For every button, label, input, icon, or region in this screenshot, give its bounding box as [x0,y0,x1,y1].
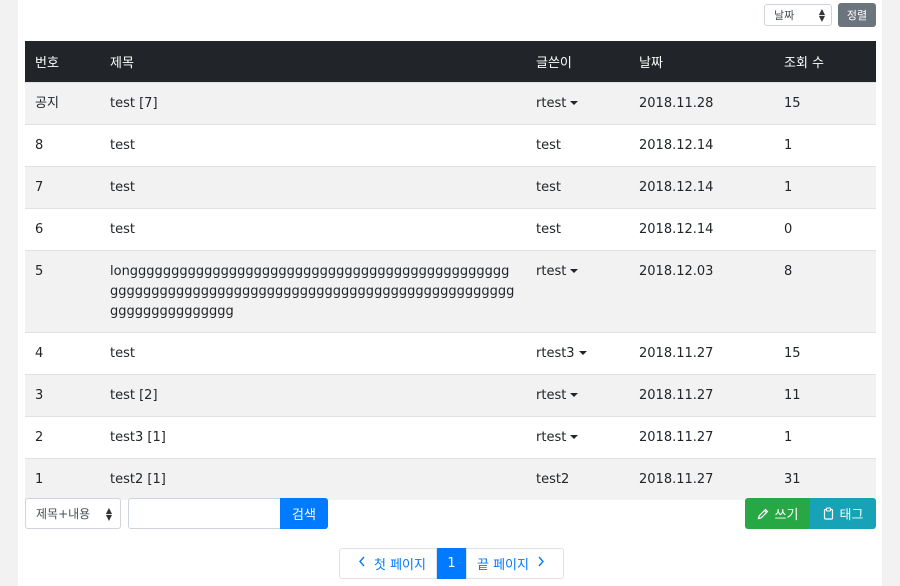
post-author: test [526,208,629,251]
post-title-link[interactable]: test [100,124,526,167]
post-date-cell: 2018.12.14 [629,124,774,167]
post-number-cell: 6 [25,208,100,251]
column-header-views: 조회 수 [774,41,876,83]
write-button-label: 쓰기 [774,508,799,523]
post-author[interactable]: rtest [526,416,629,459]
table-header-row: 번호 제목 글쓴이 날짜 조회 수 [25,41,876,83]
post-number-cell: 3 [25,374,100,417]
post-date-cell: 2018.12.03 [629,250,774,333]
first-page-label: 첫 페이지 [374,558,426,573]
last-page-label: 끝 페이지 [477,558,529,573]
pencil-icon [757,508,768,519]
board-page: 날짜 ▲ ▼ 정렬 번호 제목 글쓴이 날짜 조회 수 공지 test [7] rte… [18,0,882,586]
post-views-cell: 11 [774,374,876,417]
sort-button[interactable]: 정렬 [838,3,876,27]
post-number-cell: 8 [25,124,100,167]
chevron-left-icon [358,556,366,571]
post-date-cell: 2018.12.14 [629,208,774,251]
post-title-link[interactable]: test2 [1] [100,458,526,500]
column-header-title: 제목 [100,41,526,83]
post-views-cell: 31 [774,458,876,500]
table-row[interactable]: 공지 test [7] rtest 2018.11.28 15 [25,82,876,125]
post-title-link[interactable]: test [100,166,526,209]
post-author[interactable]: rtest [526,250,629,333]
dropdown-caret-icon [578,351,587,355]
post-views-cell: 8 [774,250,876,333]
post-views-cell: 1 [774,124,876,167]
post-views-cell: 15 [774,332,876,375]
table-row[interactable]: 7 test test 2018.12.14 1 [25,166,876,209]
clipboard-icon [823,507,833,520]
post-date-cell: 2018.11.28 [629,82,774,125]
search-input[interactable] [128,498,280,529]
dropdown-caret-icon [570,269,579,273]
first-page-button[interactable]: 첫 페이지 [339,548,437,579]
post-actions: 쓰기 태그 [745,498,876,529]
search-button[interactable]: 검색 [280,498,328,529]
post-title-link[interactable]: test [100,208,526,251]
up-down-caret-icon: ▲ ▼ [105,505,112,522]
search-field-value: 제목+내용 [36,507,91,521]
post-date-cell: 2018.11.27 [629,458,774,500]
post-title-link[interactable]: test [7] [100,82,526,125]
post-title-link[interactable]: test [2] [100,374,526,417]
dropdown-caret-icon [570,435,579,439]
search-field-select[interactable]: 제목+내용 ▲ ▼ [25,498,121,529]
post-title-link[interactable]: longgggggggggggggggggggggggggggggggggggg… [100,250,526,333]
table-row[interactable]: 5 longggggggggggggggggggggggggggggggggggg… [25,250,876,333]
column-header-author: 글쓴이 [526,41,629,83]
last-page-button[interactable]: 끝 페이지 [466,548,564,579]
table-row[interactable]: 6 test test 2018.12.14 0 [25,208,876,251]
chevron-right-icon [537,556,545,571]
post-title-link[interactable]: test3 [1] [100,416,526,459]
post-date-cell: 2018.11.27 [629,416,774,459]
sort-bar: 날짜 ▲ ▼ 정렬 [764,3,876,27]
pagination: 첫 페이지 1 끝 페이지 [339,548,564,579]
tag-button[interactable]: 태그 [810,498,876,529]
up-down-caret-icon: ▲ ▼ [818,7,825,23]
column-header-date: 날짜 [629,41,774,83]
table-row[interactable]: 4 test rtest3 2018.11.27 15 [25,332,876,375]
post-number-cell: 1 [25,458,100,500]
post-author[interactable]: rtest [526,374,629,417]
tag-button-label: 태그 [839,508,864,523]
post-author: test2 [526,458,629,500]
table-row[interactable]: 1 test2 [1] test2 2018.11.27 31 [25,458,876,500]
post-views-cell: 1 [774,166,876,209]
post-number-cell: 5 [25,250,100,333]
page-number-current[interactable]: 1 [437,548,466,579]
dropdown-caret-icon [570,393,579,397]
post-author[interactable]: rtest3 [526,332,629,375]
post-number-cell: 4 [25,332,100,375]
post-author: test [526,166,629,209]
table-row[interactable]: 2 test3 [1] rtest 2018.11.27 1 [25,416,876,459]
write-button[interactable]: 쓰기 [745,498,810,529]
post-number-cell: 공지 [25,82,100,125]
table-row[interactable]: 8 test test 2018.12.14 1 [25,124,876,167]
post-views-cell: 1 [774,416,876,459]
post-date-cell: 2018.11.27 [629,374,774,417]
post-table: 번호 제목 글쓴이 날짜 조회 수 공지 test [7] rtest 2018.11… [25,41,876,500]
dropdown-caret-icon [570,101,579,105]
post-title-link[interactable]: test [100,332,526,375]
post-number-cell: 2 [25,416,100,459]
post-views-cell: 15 [774,82,876,125]
sort-select-value: 날짜 [774,9,795,22]
post-number-cell: 7 [25,166,100,209]
table-row[interactable]: 3 test [2] rtest 2018.11.27 11 [25,374,876,417]
column-header-number: 번호 [25,41,100,83]
post-author[interactable]: rtest [526,82,629,125]
post-views-cell: 0 [774,208,876,251]
sort-select[interactable]: 날짜 ▲ ▼ [764,4,832,26]
post-date-cell: 2018.11.27 [629,332,774,375]
post-date-cell: 2018.12.14 [629,166,774,209]
search-bar: 제목+내용 ▲ ▼ 검색 [25,498,328,529]
post-author: test [526,124,629,167]
